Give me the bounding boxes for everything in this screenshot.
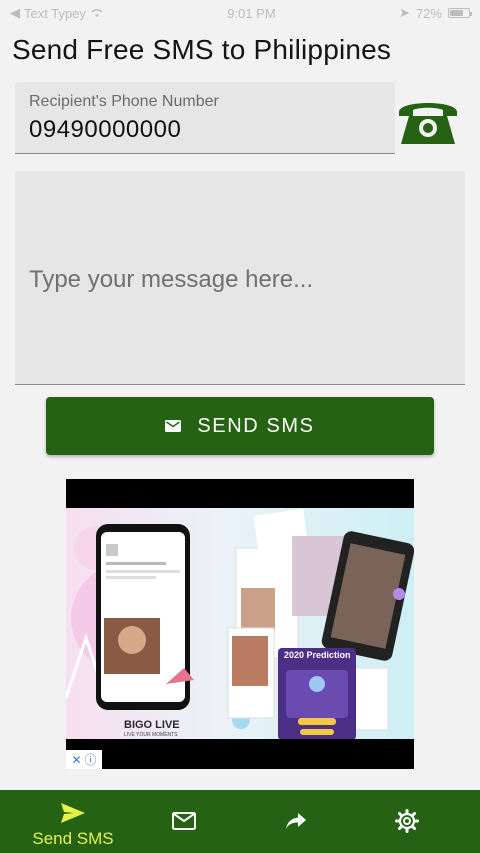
send-sms-button[interactable]: SEND SMS: [46, 397, 434, 455]
recipient-phone-field[interactable]: Recipient's Phone Number 09490000000: [15, 82, 395, 154]
mail-icon: [172, 812, 196, 830]
status-right: ➤ 72%: [399, 5, 472, 21]
share-icon: [286, 813, 306, 829]
battery-percent: 72%: [415, 5, 442, 21]
status-time: 9:01 PM: [227, 5, 276, 21]
ad-banner[interactable]: 2020 Prediction BIGO LIVE LIVE YOUR MOME…: [66, 479, 414, 769]
ad-illustration: [66, 508, 414, 739]
status-bar: ◀ Text Typey 9:01 PM ➤ 72%: [0, 0, 480, 26]
wifi-icon: [91, 9, 103, 17]
message-placeholder: Type your message here...: [29, 266, 314, 293]
send-icon: [61, 803, 85, 823]
location-icon: ➤: [399, 5, 410, 20]
nav-send-sms-label: Send SMS: [32, 829, 114, 848]
nav-item-inbox[interactable]: [170, 790, 200, 853]
ad-image[interactable]: 2020 Prediction BIGO LIVE LIVE YOUR MOME…: [66, 508, 414, 739]
nav-item-settings[interactable]: [393, 790, 423, 853]
phone-icon[interactable]: [395, 92, 461, 146]
battery-icon: [447, 8, 472, 18]
ad-brand-name: BIGO LIVE: [124, 719, 180, 731]
page-title: Send Free SMS to Philippines: [12, 34, 392, 65]
ad-prediction-text: 2020 Prediction: [284, 650, 351, 660]
ad-tagline: LIVE YOUR MOMENTS: [124, 732, 178, 738]
status-left: ◀ Text Typey: [10, 5, 104, 21]
nav-item-share[interactable]: [282, 790, 312, 853]
back-arrow-icon: ◀: [10, 5, 20, 20]
recipient-phone-label: Recipient's Phone Number: [29, 93, 219, 110]
ad-info-icon[interactable]: ⓘ: [85, 751, 97, 768]
ad-close-icon[interactable]: ✕: [71, 753, 81, 767]
nav-item-send-sms[interactable]: Send SMS: [20, 790, 126, 853]
battery-fill: [449, 10, 463, 16]
settings-icon: [395, 809, 419, 833]
send-sms-label: SEND SMS: [197, 414, 315, 437]
bottom-nav: Send SMS: [0, 790, 480, 853]
ad-choices-badge[interactable]: ✕ ⓘ: [66, 750, 102, 769]
mail-icon: [165, 420, 182, 432]
recipient-phone-input[interactable]: 09490000000: [29, 116, 181, 144]
carrier-name: Text Typey: [24, 5, 86, 21]
message-field[interactable]: Type your message here...: [15, 171, 465, 385]
